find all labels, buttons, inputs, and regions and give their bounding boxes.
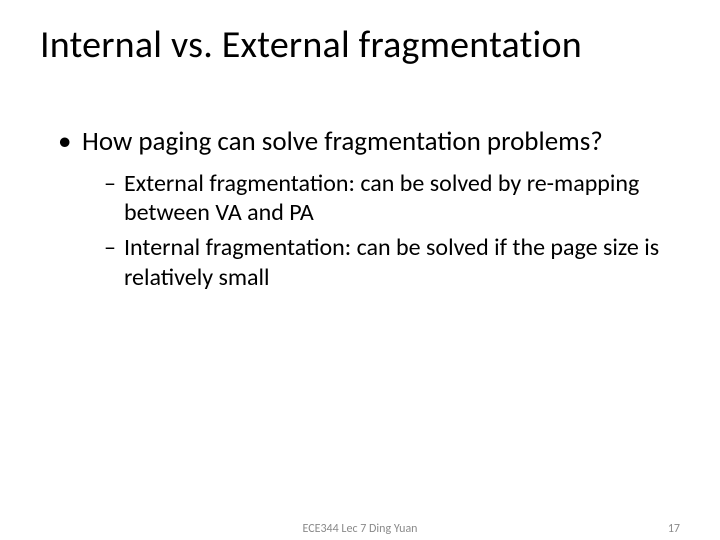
bullet-item: How paging can solve fragmentation probl… (58, 126, 680, 292)
bullet-list: How paging can solve fragmentation probl… (58, 126, 680, 292)
slide: Internal vs. External fragmentation How … (0, 0, 720, 540)
bullet-text: How paging can solve fragmentation probl… (82, 125, 603, 158)
sub-bullet-item: Internal fragmentation: can be solved if… (104, 233, 680, 292)
footer-center-text: ECE344 Lec 7 Ding Yuan (303, 522, 418, 536)
slide-body: How paging can solve fragmentation probl… (40, 126, 680, 292)
sub-bullet-label: Internal fragmentation (124, 233, 345, 262)
page-number: 17 (668, 522, 680, 536)
sub-bullet-label: External fragmentation (124, 169, 348, 198)
slide-title: Internal vs. External fragmentation (40, 22, 680, 68)
sub-bullet-item: External fragmentation: can be solved by… (104, 169, 680, 228)
sub-bullet-list: External fragmentation: can be solved by… (82, 169, 680, 292)
